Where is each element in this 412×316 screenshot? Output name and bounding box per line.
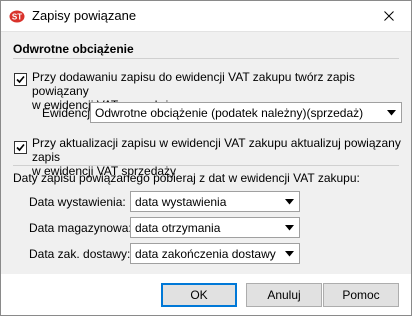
date-warehouse-label: Data magazynowa: [29,221,132,235]
window-title: Zapisy powiązane [32,8,137,23]
date-delivery-end-select[interactable]: data zakończenia dostawy [130,243,300,264]
help-button[interactable]: Pomoc [323,283,399,307]
close-icon [384,11,394,21]
dialog-content: Odwrotne obciążenie Przy dodawaniu zapis… [1,31,411,275]
ok-button[interactable]: OK [161,283,237,307]
close-button[interactable] [367,1,411,31]
svg-text:ST: ST [12,13,22,22]
section-title: Odwrotne obciążenie [13,42,134,56]
date-issue-value: data wystawienia [135,195,227,209]
date-delivery-end-label: Data zak. dostawy: [29,247,131,261]
chevron-down-icon [285,225,294,231]
section-divider [13,165,399,166]
create-linked-record-checkbox[interactable] [14,73,27,86]
date-warehouse-value: data otrzymania [135,221,221,235]
cancel-button[interactable]: Anuluj [246,283,322,307]
check-mark-icon [16,143,25,152]
dates-heading: Daty zapisu powiązanego pobieraj z dat w… [13,171,360,185]
date-warehouse-select[interactable]: data otrzymania [130,217,300,238]
chevron-down-icon [387,110,396,116]
ewidencja-select[interactable]: Odwrotne obciążenie (podatek należny)(sp… [90,102,402,123]
update-linked-record-checkbox[interactable] [14,141,27,154]
dialog-window: ST Zapisy powiązane Odwrotne obciążenie … [0,0,412,316]
chevron-down-icon [285,251,294,257]
section-divider [13,58,399,59]
date-delivery-end-value: data zakończenia dostawy [135,247,276,261]
date-issue-select[interactable]: data wystawienia [130,191,300,212]
app-logo-icon: ST [9,8,25,24]
check-mark-icon [16,75,25,84]
chevron-down-icon [285,199,294,205]
button-bar: OK Anuluj Pomoc [1,274,411,315]
title-bar[interactable]: ST Zapisy powiązane [1,1,411,31]
ewidencja-value: Odwrotne obciążenie (podatek należny)(sp… [95,106,364,120]
date-issue-label: Data wystawienia: [29,195,126,209]
